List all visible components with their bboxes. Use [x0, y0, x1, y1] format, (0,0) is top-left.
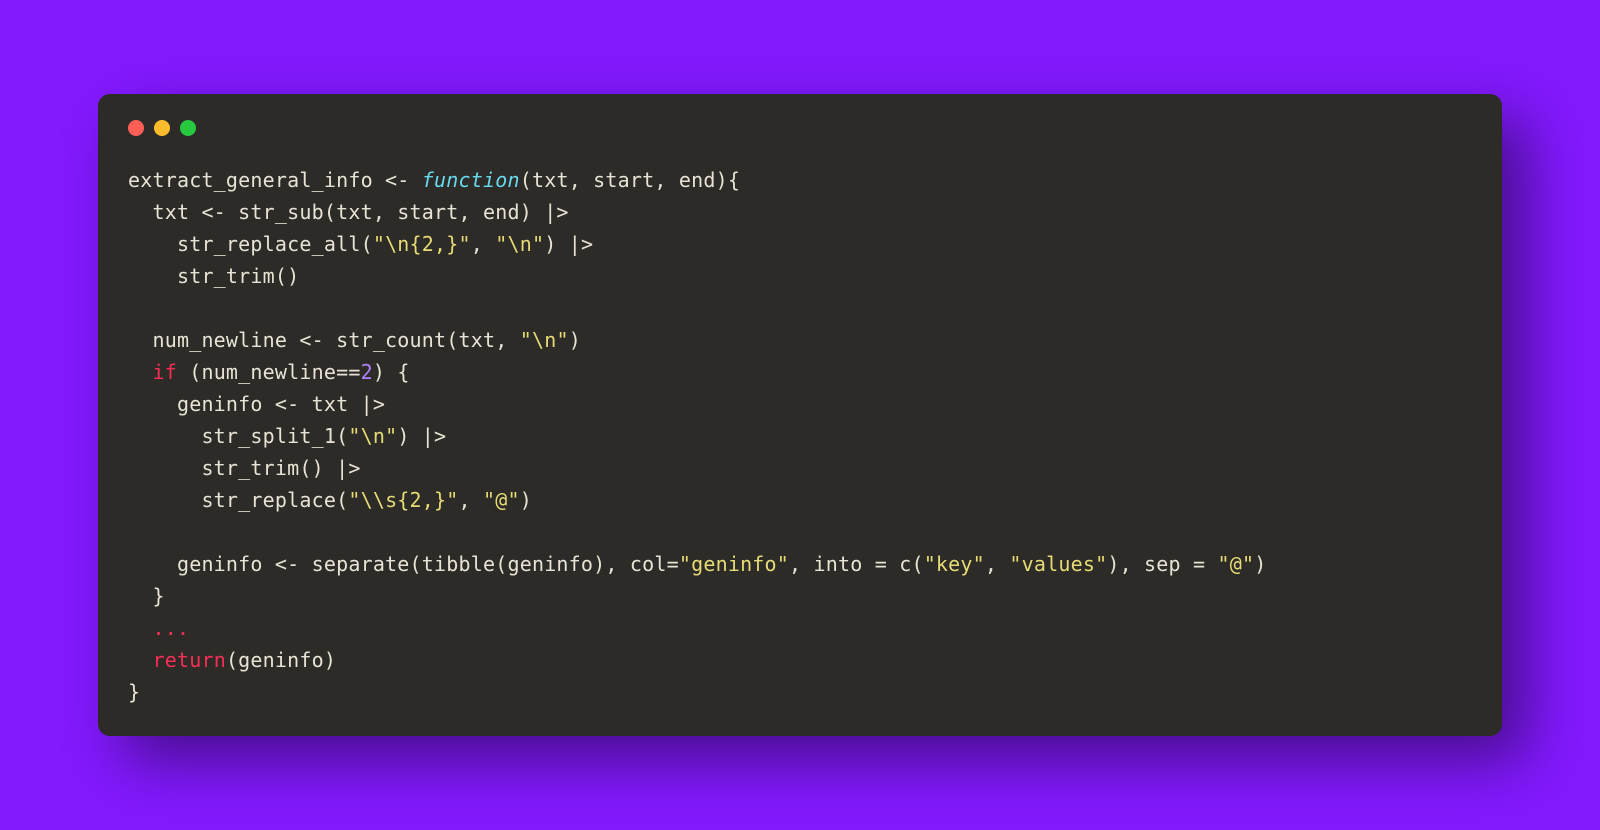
code-text: extract_general_info <- [128, 168, 422, 192]
code-text: ) [569, 328, 581, 352]
minimize-icon[interactable] [154, 120, 170, 136]
close-icon[interactable] [128, 120, 144, 136]
code-text: str_trim() [128, 264, 299, 288]
code-text: , [471, 232, 495, 256]
code-text: ), sep = [1107, 552, 1217, 576]
maximize-icon[interactable] [180, 120, 196, 136]
code-text: } [128, 680, 140, 704]
code-block: extract_general_info <- function(txt, st… [128, 164, 1472, 708]
string-literal: "\n" [495, 232, 544, 256]
code-text: ) { [373, 360, 410, 384]
keyword-function: function [422, 168, 520, 192]
string-literal: "@" [483, 488, 520, 512]
code-text: geninfo <- separate(tibble(geninfo), col… [128, 552, 679, 576]
code-text: , [985, 552, 1009, 576]
string-literal: "\n{2,}" [373, 232, 471, 256]
number-literal: 2 [361, 360, 373, 384]
string-literal: "@" [1218, 552, 1255, 576]
ellipsis: ... [128, 616, 189, 640]
string-literal: "values" [1009, 552, 1107, 576]
code-text: str_split_1( [128, 424, 348, 448]
keyword-if: if [152, 360, 176, 384]
code-text: num_newline <- str_count(txt, [128, 328, 520, 352]
code-text: (num_newline== [177, 360, 361, 384]
string-literal: "geninfo" [679, 552, 789, 576]
code-text [128, 360, 152, 384]
keyword-return: return [152, 648, 225, 672]
code-text: ) [1254, 552, 1266, 576]
code-text: str_replace( [128, 488, 348, 512]
code-text: str_replace_all( [128, 232, 373, 256]
code-text: , into = c( [789, 552, 924, 576]
window-titlebar [128, 120, 1472, 136]
code-text: str_trim() |> [128, 456, 361, 480]
code-text [128, 648, 152, 672]
string-literal: "\\s{2,}" [348, 488, 458, 512]
code-text: ) [520, 488, 532, 512]
code-text: } [128, 584, 165, 608]
code-window: extract_general_info <- function(txt, st… [98, 94, 1502, 736]
code-text: geninfo <- txt |> [128, 392, 397, 416]
code-text: , [459, 488, 483, 512]
string-literal: "\n" [348, 424, 397, 448]
string-literal: "key" [924, 552, 985, 576]
code-text: (geninfo) [226, 648, 336, 672]
code-text: ) |> [544, 232, 593, 256]
code-text: ) |> [397, 424, 458, 448]
code-text: (txt, start, end){ [520, 168, 740, 192]
code-text: txt <- str_sub(txt, start, end) |> [128, 200, 581, 224]
string-literal: "\n" [520, 328, 569, 352]
